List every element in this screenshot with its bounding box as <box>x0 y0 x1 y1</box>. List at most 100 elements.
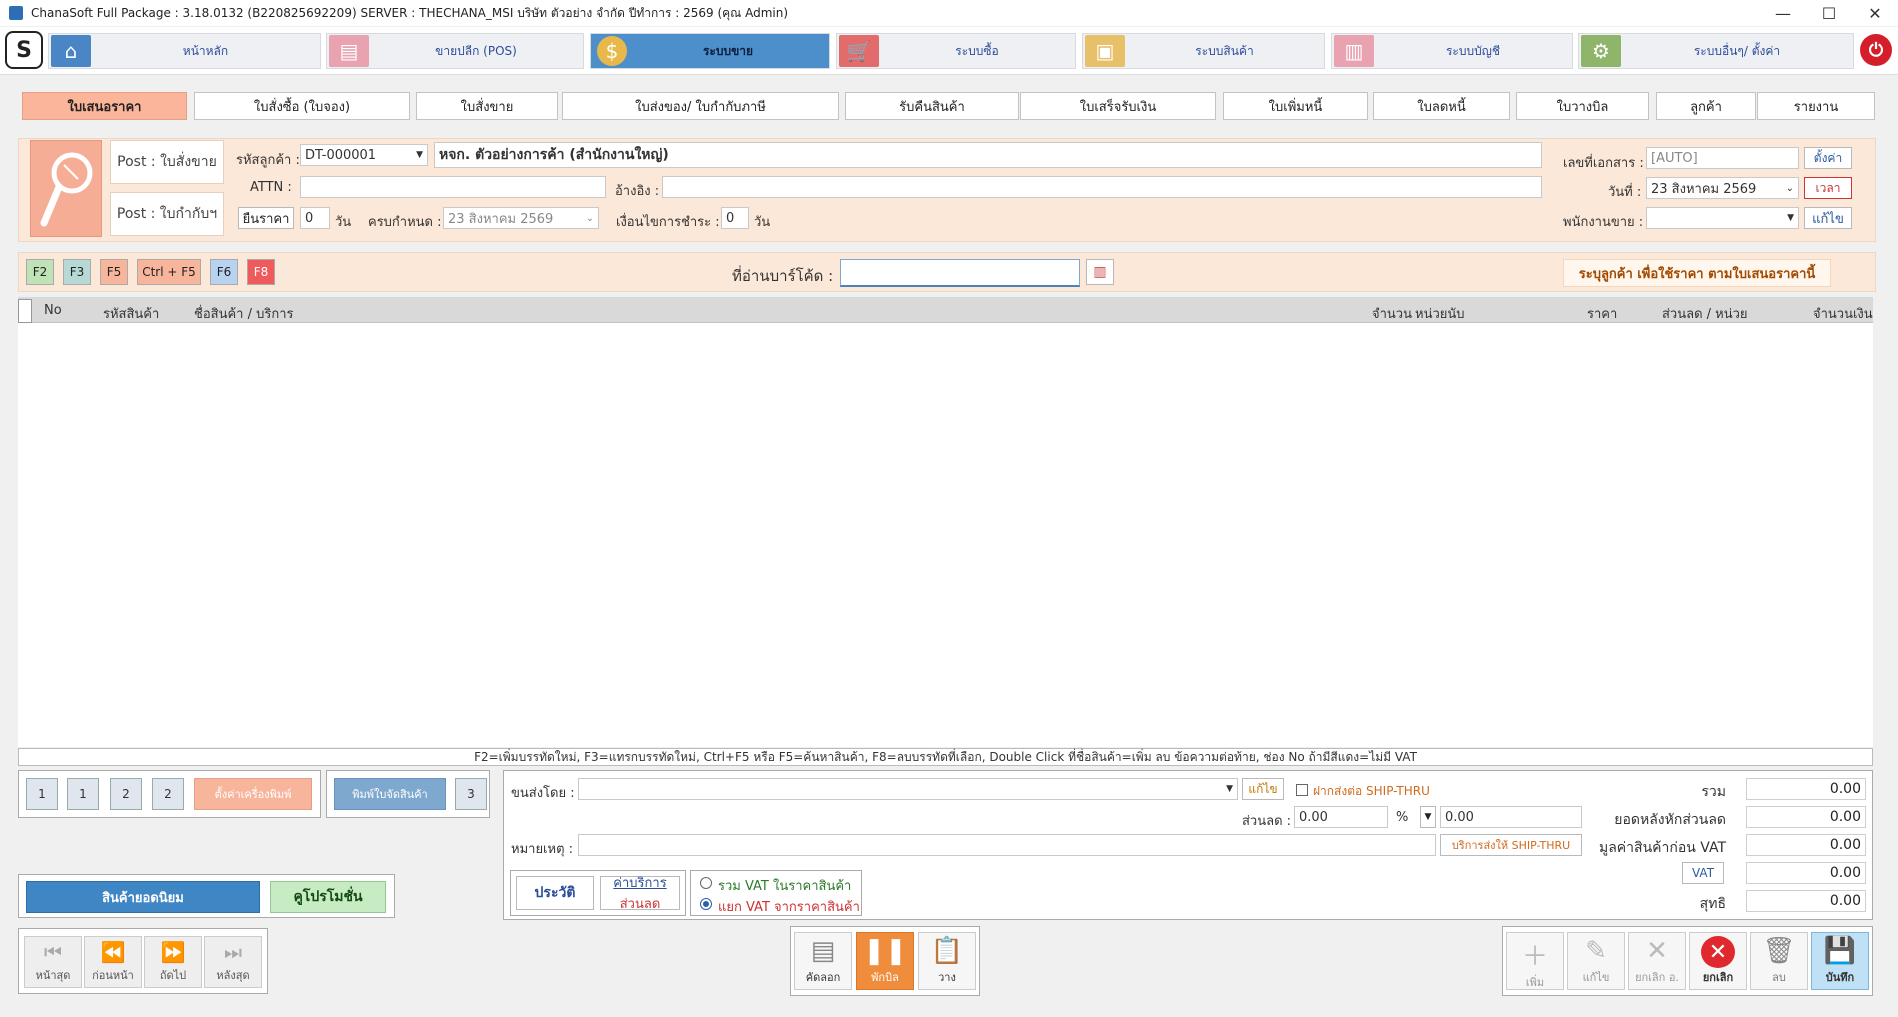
tab-delivery-invoice[interactable]: ใบส่งของ/ ใบกำกับภาษี <box>562 92 839 120</box>
col-quantity: จำนวน <box>1372 307 1412 322</box>
tab-purchase-order[interactable]: ใบสั่งซื้อ (ใบจอง) <box>194 92 410 120</box>
prev-record-button[interactable]: ⏪ ก่อนหน้า <box>84 936 142 988</box>
tab-quotation[interactable]: ใบเสนอราคา <box>22 92 187 120</box>
f6-button[interactable]: F6 <box>210 259 238 285</box>
add-button[interactable]: ＋ เพิ่ม <box>1506 932 1564 990</box>
validity-days-field[interactable]: 0 <box>300 207 330 229</box>
skip-last-icon: ⏭ <box>224 940 242 964</box>
menu-sales[interactable]: $ ระบบขาย <box>590 33 830 69</box>
post-sales-order-button[interactable]: Post : ใบสั่งขาย <box>110 140 224 184</box>
menu-settings-label: ระบบอื่นๆ/ ตั้งค่า <box>1693 43 1781 58</box>
next-record-button[interactable]: ⏩ ถัดไป <box>144 936 202 988</box>
f3-button[interactable]: F3 <box>63 259 91 285</box>
copy-button[interactable]: ▤ คัดลอก <box>794 932 852 990</box>
menu-inventory[interactable]: ▣ ระบบสินค้า <box>1082 33 1325 69</box>
print-1-icon[interactable]: 1 <box>26 778 58 810</box>
coupon-promotion-button[interactable]: คูโปรโมชั่น <box>270 881 386 913</box>
doc-setup-button[interactable]: ตั้งค่า <box>1804 147 1852 169</box>
chevron-down-icon: ▼ <box>1787 213 1794 223</box>
reference-field[interactable] <box>662 176 1542 198</box>
vat-included-radio[interactable] <box>700 877 712 889</box>
menu-purchase-label: ระบบซื้อ <box>955 43 999 58</box>
ship-thru-checkbox[interactable] <box>1296 784 1308 796</box>
date-field[interactable]: 23 สิงหาคม 2569 ⌄ <box>1646 177 1799 199</box>
f8-button[interactable]: F8 <box>247 259 275 285</box>
history-button[interactable]: ประวัติ <box>516 876 594 910</box>
edit-button[interactable]: ✎ แก้ไข <box>1567 932 1625 990</box>
minimize-button[interactable]: — <box>1760 0 1806 26</box>
first-record-button[interactable]: ⏮ หน้าสุด <box>24 936 82 988</box>
close-window-button[interactable]: ✕ <box>1852 0 1898 26</box>
customer-code-field[interactable]: DT-000001 ▼ <box>300 144 428 166</box>
cancel-button[interactable]: ✕ ยกเลิก <box>1689 932 1747 990</box>
last-record-button[interactable]: ⏭ หลังสุด <box>204 936 262 988</box>
menu-settings[interactable]: ⚙ ระบบอื่นๆ/ ตั้งค่า <box>1578 33 1854 69</box>
discount-label: ส่วนลด : <box>1242 814 1292 829</box>
menu-accounting[interactable]: ▥ ระบบบัญชี <box>1331 33 1573 69</box>
post-invoice-button[interactable]: Post : ใบกำกับฯ <box>110 192 224 236</box>
edit-document-icon: ✎ <box>1585 936 1607 966</box>
maximize-button[interactable]: ☐ <box>1806 0 1852 26</box>
save-button[interactable]: 💾 บันทึก <box>1811 932 1869 990</box>
tab-debit-note[interactable]: ใบเพิ่มหนี้ <box>1223 92 1368 120</box>
doc-no-field[interactable]: [AUTO] <box>1646 147 1799 169</box>
customer-name-field[interactable]: หจก. ตัวอย่างการค้า (สำนักงานใหญ่) <box>434 142 1542 168</box>
tab-return[interactable]: รับคืนสินค้า <box>845 92 1019 120</box>
print-preview-3-icon[interactable]: 3 <box>455 778 487 810</box>
add-document-icon: ＋ <box>1521 942 1548 972</box>
printer-setup-button[interactable]: ตั้งค่าเครื่องพิมพ์ <box>194 778 312 810</box>
tab-sales-order[interactable]: ใบสั่งขาย <box>416 92 558 120</box>
customer-code-value: DT-000001 <box>305 147 377 163</box>
time-button[interactable]: เวลา <box>1804 177 1852 199</box>
items-grid-body[interactable] <box>18 323 1873 747</box>
attn-field[interactable] <box>300 176 606 198</box>
floppy-disk-icon: 💾 <box>1823 936 1857 966</box>
f2-button[interactable]: F2 <box>26 259 54 285</box>
remark-field[interactable] <box>578 834 1436 856</box>
payment-days-field[interactable]: 0 <box>721 207 749 229</box>
popular-products-button[interactable]: สินค้ายอดนิยม <box>26 881 260 913</box>
cancel-doc-button[interactable]: ✕ ยกเลิก อ. <box>1628 932 1686 990</box>
tab-report[interactable]: รายงาน <box>1757 92 1875 120</box>
chanasoft-logo-icon[interactable]: S <box>5 31 43 69</box>
service-fee-button[interactable]: ค่าบริการ ส่วนลด <box>600 876 680 912</box>
paste-button[interactable]: 📋 วาง <box>918 932 976 990</box>
print-preview-1-icon[interactable]: 1 <box>67 778 99 810</box>
menu-home[interactable]: ⌂ หน้าหลัก <box>48 33 321 69</box>
magnifier-icon[interactable] <box>30 140 102 237</box>
print-preview-2-icon[interactable]: 2 <box>152 778 184 810</box>
discount-percent-field[interactable]: 0.00 <box>1294 806 1388 828</box>
col-discount: ส่วนลด / หน่วย <box>1662 307 1748 322</box>
ship-thru-service-button[interactable]: บริการส่งให้ SHIP-THRU <box>1440 834 1582 856</box>
menu-pos[interactable]: ▤ ขายปลีก (POS) <box>326 33 584 69</box>
edit-label: แก้ไข <box>1582 971 1610 984</box>
discount-amount-field[interactable]: 0.00 <box>1440 806 1582 828</box>
price-validity-button[interactable]: ยืนราคา <box>238 207 294 229</box>
box-icon: ▣ <box>1085 35 1125 67</box>
tab-customer[interactable]: ลูกค้า <box>1656 92 1756 120</box>
vat-button[interactable]: VAT <box>1682 862 1724 884</box>
tab-billing[interactable]: ใบวางบิล <box>1516 92 1649 120</box>
delete-button[interactable]: 🗑 ลบ <box>1750 932 1808 990</box>
vat-excluded-radio[interactable] <box>700 898 712 910</box>
due-date-field[interactable]: 23 สิงหาคม 2569 ⌄ <box>443 207 599 229</box>
row-selector-header <box>18 299 32 323</box>
tab-credit-note[interactable]: ใบลดหนี้ <box>1373 92 1510 120</box>
tab-receipt[interactable]: ใบเสร็จรับเงิน <box>1020 92 1216 120</box>
ship-by-field[interactable]: ▼ <box>578 778 1238 800</box>
chevron-down-icon[interactable]: ▼ <box>1420 806 1436 828</box>
print-picking-button[interactable]: พิมพ์ใบจัดสินค้า <box>334 778 446 810</box>
ship-by-edit-button[interactable]: แก้ไข <box>1242 778 1284 800</box>
f5-button[interactable]: F5 <box>100 259 128 285</box>
power-icon[interactable]: ⏻ <box>1860 34 1892 66</box>
ctrl-f5-button[interactable]: Ctrl + F5 <box>137 259 201 285</box>
menu-purchase[interactable]: 🛒 ระบบซื้อ <box>836 33 1076 69</box>
barcode-scan-icon[interactable]: ▥ <box>1086 259 1114 285</box>
salesperson-field[interactable]: ▼ <box>1646 207 1799 229</box>
hold-bill-button[interactable]: ❚❚ พักบิล <box>856 932 914 990</box>
barcode-input[interactable] <box>840 259 1080 287</box>
print-2-icon[interactable]: 2 <box>110 778 142 810</box>
payment-day-unit: วัน <box>754 215 771 230</box>
calendar-dropdown-icon: ⌄ <box>1785 182 1794 194</box>
salesperson-edit-button[interactable]: แก้ไข <box>1804 207 1852 229</box>
